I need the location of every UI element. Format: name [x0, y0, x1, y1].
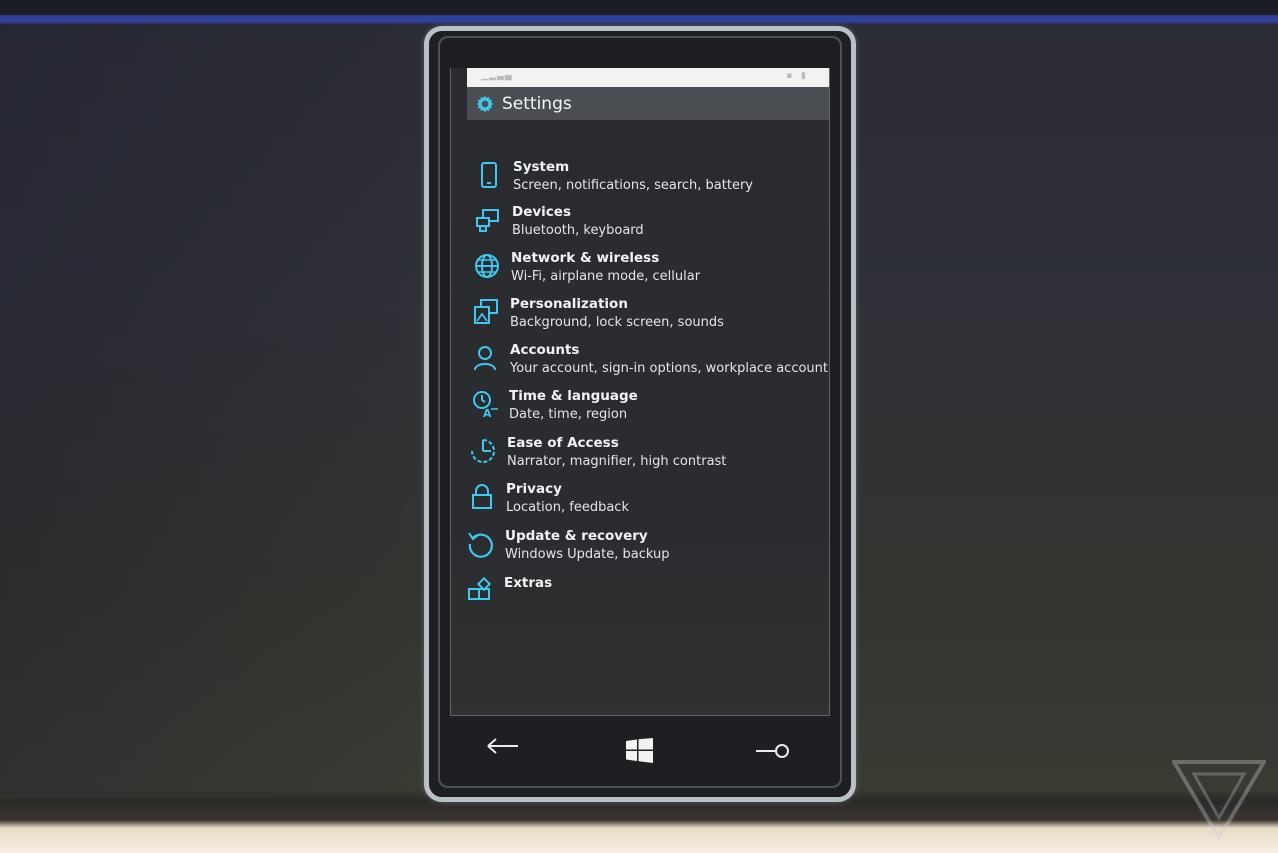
item-title: Ease of Access	[507, 435, 619, 451]
settings-item-update[interactable]: Update & recovery Windows Update, backup	[467, 527, 670, 564]
settings-header: Settings	[467, 87, 829, 120]
gear-icon	[476, 95, 494, 112]
settings-item-extras[interactable]: Extras	[466, 574, 552, 605]
personalization-icon	[474, 299, 498, 324]
back-arrow-icon[interactable]	[486, 736, 520, 756]
settings-item-system[interactable]: System Screen, notifications, search, ba…	[475, 158, 753, 195]
lock-icon	[472, 484, 492, 509]
item-subtitle: Narrator, magnifier, high contrast	[507, 454, 727, 469]
search-icon[interactable]	[754, 741, 790, 761]
item-title: Personalization	[510, 296, 628, 312]
item-subtitle: Background, lock screen, sounds	[510, 315, 724, 330]
item-title: Privacy	[506, 481, 562, 497]
backdrop-shade	[0, 24, 420, 794]
item-title: Time & language	[509, 388, 638, 404]
settings-item-ease-of-access[interactable]: Ease of Access Narrator, magnifier, high…	[469, 434, 726, 471]
signal-icon: ▁▂▃▄	[481, 71, 513, 81]
windows-logo-icon[interactable]	[626, 738, 653, 763]
battery-icon: ▪ ▮	[786, 71, 809, 81]
item-subtitle: Bluetooth, keyboard	[512, 223, 644, 238]
item-title: Accounts	[510, 342, 580, 358]
extras-icon	[468, 577, 492, 600]
time-language-icon: A	[473, 391, 498, 418]
item-title: Network & wireless	[511, 250, 660, 266]
item-title: Update & recovery	[505, 528, 648, 544]
item-title: Extras	[504, 575, 553, 591]
phone-icon	[481, 162, 497, 188]
item-subtitle: Windows Update, backup	[505, 547, 670, 562]
update-icon	[468, 532, 493, 558]
devices-icon	[476, 209, 499, 232]
item-title: System	[513, 159, 570, 175]
page-title: Settings	[502, 93, 572, 114]
settings-item-devices[interactable]: Devices Bluetooth, keyboard	[474, 203, 644, 240]
settings-item-privacy[interactable]: Privacy Location, feedback	[468, 480, 629, 517]
verge-logo-icon	[1172, 760, 1266, 840]
settings-item-network[interactable]: Network & wireless Wi-Fi, airplane mode,…	[473, 249, 700, 286]
settings-item-personalization[interactable]: Personalization Background, lock screen,…	[472, 295, 724, 332]
globe-icon	[475, 254, 499, 278]
svg-text:A: A	[483, 407, 492, 418]
item-subtitle: Screen, notifications, search, battery	[513, 178, 753, 193]
person-icon	[474, 346, 496, 371]
item-subtitle: Wi-Fi, airplane mode, cellular	[511, 269, 701, 284]
status-bar: ▁▂▃▄ ▪ ▮	[467, 68, 829, 87]
item-subtitle: Date, time, region	[509, 407, 628, 422]
nav-bar	[440, 720, 840, 780]
item-subtitle: Location, feedback	[506, 500, 629, 515]
item-subtitle: Your account, sign-in options, workplace…	[510, 361, 828, 376]
settings-item-accounts[interactable]: Accounts Your account, sign-in options, …	[472, 341, 828, 378]
ease-of-access-icon	[471, 439, 495, 463]
settings-item-time-language[interactable]: A Time & language Date, time, region	[471, 387, 638, 424]
item-title: Devices	[512, 204, 571, 220]
